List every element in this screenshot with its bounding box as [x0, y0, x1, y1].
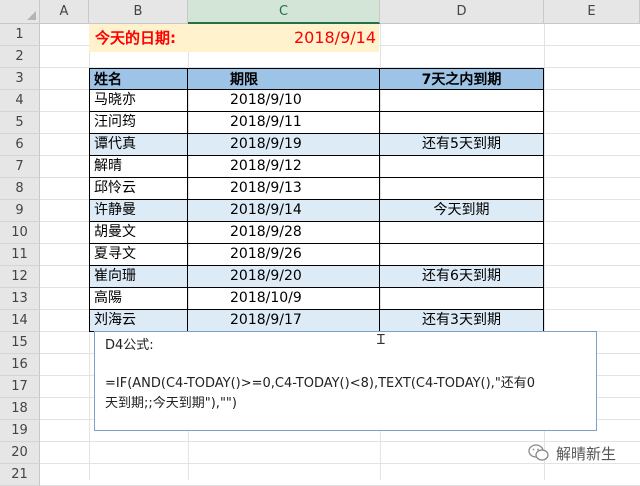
table-cell-date[interactable]: 2018/9/12 [188, 156, 380, 178]
table-cell-date[interactable]: 2018/9/19 [188, 134, 380, 156]
text-cursor-icon: Ɪ [377, 332, 385, 348]
watermark: 解晴新生 [528, 441, 616, 465]
row-header[interactable]: 17 [0, 376, 40, 398]
row-header[interactable]: 20 [0, 442, 40, 464]
table-cell-name[interactable]: 邱怜云 [89, 178, 188, 200]
today-label: 今天的日期: [95, 29, 176, 47]
formula-note-popup: D4公式: =IF(AND(C4-TODAY()>=0,C4-TODAY()<8… [94, 331, 597, 431]
table-cell-name[interactable]: 刘海云 [89, 310, 188, 332]
row-header[interactable]: 2 [0, 46, 40, 68]
row-header[interactable]: 15 [0, 332, 40, 354]
table-cell-status[interactable]: 今天到期 [380, 200, 544, 222]
spreadsheet: A B C D E 1 2 3 4 5 6 7 8 9 10 11 12 13 14 15 16 17 18 19 2… [0, 0, 640, 486]
row-header[interactable]: 12 [0, 266, 40, 288]
table-cell-date[interactable]: 2018/9/14 [188, 200, 380, 222]
table-cell-date[interactable]: 2018/9/28 [188, 222, 380, 244]
today-date: 2018/9/14 [293, 28, 376, 47]
table-cell-name[interactable]: 高陽 [89, 288, 188, 310]
table-cell-name[interactable]: 胡曼文 [89, 222, 188, 244]
formula-note-line1: =IF(AND(C4-TODAY()>=0,C4-TODAY()<8),TEXT… [105, 376, 536, 391]
table-cell-name[interactable]: 夏寻文 [89, 244, 188, 266]
table-cell-date[interactable]: 2018/9/10 [188, 90, 380, 112]
grid-row-line [40, 464, 640, 486]
table-cell-status[interactable]: 还有6天到期 [380, 266, 544, 288]
table-cell-status[interactable] [380, 288, 544, 310]
table-cell-status[interactable] [380, 244, 544, 266]
table-cell-date[interactable]: 2018/9/26 [188, 244, 380, 266]
table-cell-date[interactable]: 2018/9/11 [188, 112, 380, 134]
row-header[interactable]: 8 [0, 178, 40, 200]
row-header[interactable]: 18 [0, 398, 40, 420]
row-header[interactable]: 9 [0, 200, 40, 222]
row-header[interactable]: 13 [0, 288, 40, 310]
table-cell-status[interactable] [380, 90, 544, 112]
column-header-a[interactable]: A [40, 0, 89, 24]
table-cell-date[interactable]: 2018/9/20 [188, 266, 380, 288]
row-header[interactable]: 19 [0, 420, 40, 442]
formula-note-heading: D4公式: [105, 338, 154, 353]
table-cell-name[interactable]: 解晴 [89, 156, 188, 178]
row-header[interactable]: 11 [0, 244, 40, 266]
row-header[interactable]: 21 [0, 464, 40, 486]
table-cell-date[interactable]: 2018/9/13 [188, 178, 380, 200]
row-header[interactable]: 16 [0, 354, 40, 376]
row-header[interactable]: 6 [0, 134, 40, 156]
row-header[interactable]: 3 [0, 68, 40, 90]
table-cell-status[interactable]: 还有3天到期 [380, 310, 544, 332]
row-header[interactable]: 1 [0, 24, 40, 46]
table-cell-date[interactable]: 2018/9/17 [188, 310, 380, 332]
table-header-date[interactable]: 期限 [188, 68, 380, 90]
select-all-corner[interactable] [0, 0, 40, 24]
table-cell-name[interactable]: 崔向珊 [89, 266, 188, 288]
table-cell-status[interactable] [380, 178, 544, 200]
wechat-logo-icon [528, 444, 549, 461]
row-header[interactable]: 10 [0, 222, 40, 244]
table-cell-name[interactable]: 许静曼 [89, 200, 188, 222]
table-cell-name[interactable]: 汪问筠 [89, 112, 188, 134]
table-cell-status[interactable] [380, 156, 544, 178]
table-cell-name[interactable]: 马晓亦 [89, 90, 188, 112]
row-header[interactable]: 7 [0, 156, 40, 178]
table-header-status[interactable]: 7天之内到期 [380, 68, 544, 90]
column-header-d[interactable]: D [380, 0, 544, 24]
row-header[interactable]: 5 [0, 112, 40, 134]
table-cell-status[interactable]: 还有5天到期 [380, 134, 544, 156]
table-cell-date[interactable]: 2018/10/9 [188, 288, 380, 310]
column-header-e[interactable]: E [544, 0, 640, 24]
table-cell-status[interactable] [380, 222, 544, 244]
table-cell-name[interactable]: 谭代真 [89, 134, 188, 156]
formula-note-line2: 天到期;;今天到期"),"") [105, 396, 237, 411]
row-header[interactable]: 14 [0, 310, 40, 332]
row-header[interactable]: 4 [0, 90, 40, 112]
column-header-b[interactable]: B [89, 0, 188, 24]
column-header-c[interactable]: C [188, 0, 380, 24]
table-header-name[interactable]: 姓名 [89, 68, 188, 90]
watermark-text: 解晴新生 [556, 444, 617, 463]
table-cell-status[interactable] [380, 112, 544, 134]
